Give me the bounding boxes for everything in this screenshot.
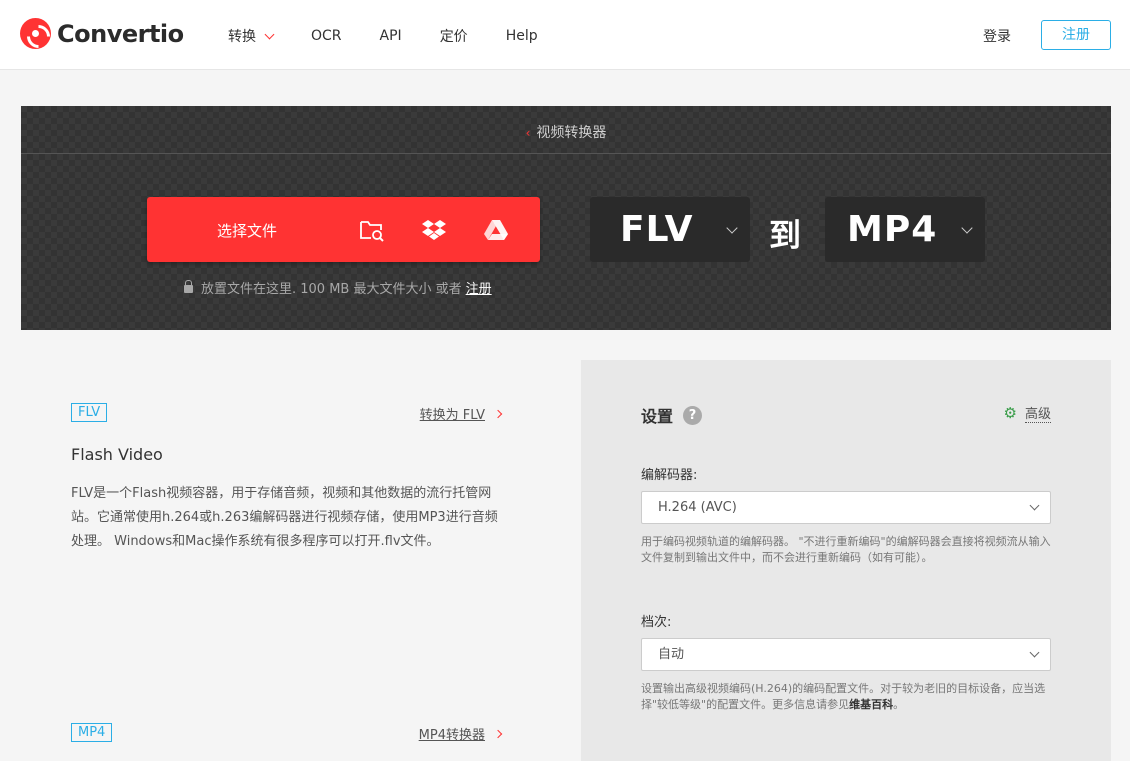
logo-text: Convertio xyxy=(57,19,184,48)
main-nav: 转换 OCR API 定价 Help xyxy=(228,26,576,46)
chevron-down-icon xyxy=(726,222,738,234)
logo-icon xyxy=(20,18,51,49)
profile-value: 自动 xyxy=(658,647,685,662)
nav-pricing-label: 定价 xyxy=(439,29,468,45)
settings-panel: 设置 ? ⚙ 高级 编解码器: H.264 (AVC) 用于编码视频轨道的编解码… xyxy=(581,360,1111,761)
chevron-right-icon xyxy=(493,729,503,738)
convert-to-flv-label: 转换为 FLV xyxy=(419,408,485,423)
advanced-settings-link[interactable]: ⚙ 高级 xyxy=(1004,403,1051,423)
mp4-converter-label: MP4转换器 xyxy=(418,728,485,743)
profile-help-text: 设置输出高级视频编码(H.264)的编码配置文件。对于较为老旧的目标设备，应当选… xyxy=(641,682,1046,711)
codec-help: 用于编码视频轨道的编解码器。 "不进行重新编码"的编解码器会直接将视频流从输入文… xyxy=(641,535,1051,564)
mp4-converter-link[interactable]: MP4转换器 xyxy=(418,724,503,743)
convert-to-flv-link[interactable]: 转换为 FLV xyxy=(419,404,503,423)
chevron-down-icon xyxy=(264,29,275,39)
top-header: Convertio 转换 OCR API 定价 Help 登录 注册 xyxy=(0,0,1130,70)
choose-file-button[interactable]: 选择文件 xyxy=(147,197,540,262)
lock-icon xyxy=(184,279,193,293)
format-description: FLV是一个Flash视频容器，用于存储音频，视频和其他数据的流行托管网站。它通… xyxy=(71,486,498,549)
converter-hero: ‹ 视频转换器 选择文件 放置文件在这里. 100 MB 最大文件大小 或者 注册 xyxy=(21,106,1111,330)
chevron-down-icon xyxy=(961,222,973,234)
settings-title: 设置 ? xyxy=(641,403,703,427)
advanced-label: 高级 xyxy=(1024,403,1051,423)
chevron-down-icon xyxy=(1029,500,1040,511)
help-icon[interactable]: ? xyxy=(683,405,703,425)
login-link[interactable]: 登录 xyxy=(983,26,1011,46)
codec-label: 编解码器: xyxy=(641,468,698,483)
nav-help-label: Help xyxy=(505,28,538,44)
choose-file-label: 选择文件 xyxy=(217,222,278,240)
breadcrumb-label: 视频转换器 xyxy=(536,125,607,141)
profile-help-end: 。 xyxy=(893,698,905,711)
from-format-label: FLV xyxy=(620,209,694,250)
breadcrumb[interactable]: ‹ 视频转换器 xyxy=(21,122,1111,142)
nav-ocr-label: OCR xyxy=(311,28,342,44)
drop-hint-signup-link[interactable]: 注册 xyxy=(466,278,492,297)
format-badge: MP4 xyxy=(71,723,113,742)
to-format-label: MP4 xyxy=(847,209,938,250)
profile-label: 档次: xyxy=(641,615,672,630)
nav-convert-label: 转换 xyxy=(228,29,256,45)
profile-help: 设置输出高级视频编码(H.264)的编码配置文件。对于较为老旧的目标设备，应当选… xyxy=(641,681,1061,713)
drop-hint: 放置文件在这里. 100 MB 最大文件大小 或者 注册 xyxy=(184,278,492,297)
dropbox-icon[interactable] xyxy=(421,217,447,243)
signup-button[interactable]: 注册 xyxy=(1041,20,1111,50)
format-info-card-mp4: MP4 MP4转换器 xyxy=(21,680,551,761)
nav-help[interactable]: Help xyxy=(506,26,538,46)
nav-api-label: API xyxy=(379,28,402,44)
folder-search-icon[interactable] xyxy=(359,217,385,243)
format-badge: FLV xyxy=(71,403,108,422)
convertio-logo[interactable]: Convertio xyxy=(20,18,184,49)
format-info-card-flv: FLV 转换为 FLV Flash Video FLV是一个Flash视频容器，… xyxy=(21,360,551,650)
nav-pricing[interactable]: 定价 xyxy=(440,26,468,46)
chevron-right-icon xyxy=(493,409,503,418)
from-format-select[interactable]: FLV xyxy=(590,197,750,262)
drop-hint-text: 放置文件在这里. 100 MB 最大文件大小 或者 xyxy=(201,282,462,297)
codec-select[interactable]: H.264 (AVC) xyxy=(641,491,1051,524)
chevron-down-icon xyxy=(1029,647,1040,658)
google-drive-icon[interactable] xyxy=(483,217,509,243)
codec-value: H.264 (AVC) xyxy=(658,500,737,515)
gear-icon: ⚙ xyxy=(1003,404,1017,422)
settings-title-label: 设置 xyxy=(641,407,674,426)
wikipedia-link[interactable]: 维基百科 xyxy=(849,698,893,711)
to-label: 到 xyxy=(769,216,802,254)
chevron-left-icon: ‹ xyxy=(525,126,531,140)
nav-convert[interactable]: 转换 xyxy=(228,26,275,46)
profile-select[interactable]: 自动 xyxy=(641,638,1051,671)
hero-divider xyxy=(21,153,1111,154)
to-format-select[interactable]: MP4 xyxy=(825,197,985,262)
nav-api[interactable]: API xyxy=(380,26,402,46)
nav-ocr[interactable]: OCR xyxy=(311,26,342,46)
format-title: Flash Video xyxy=(71,445,163,464)
